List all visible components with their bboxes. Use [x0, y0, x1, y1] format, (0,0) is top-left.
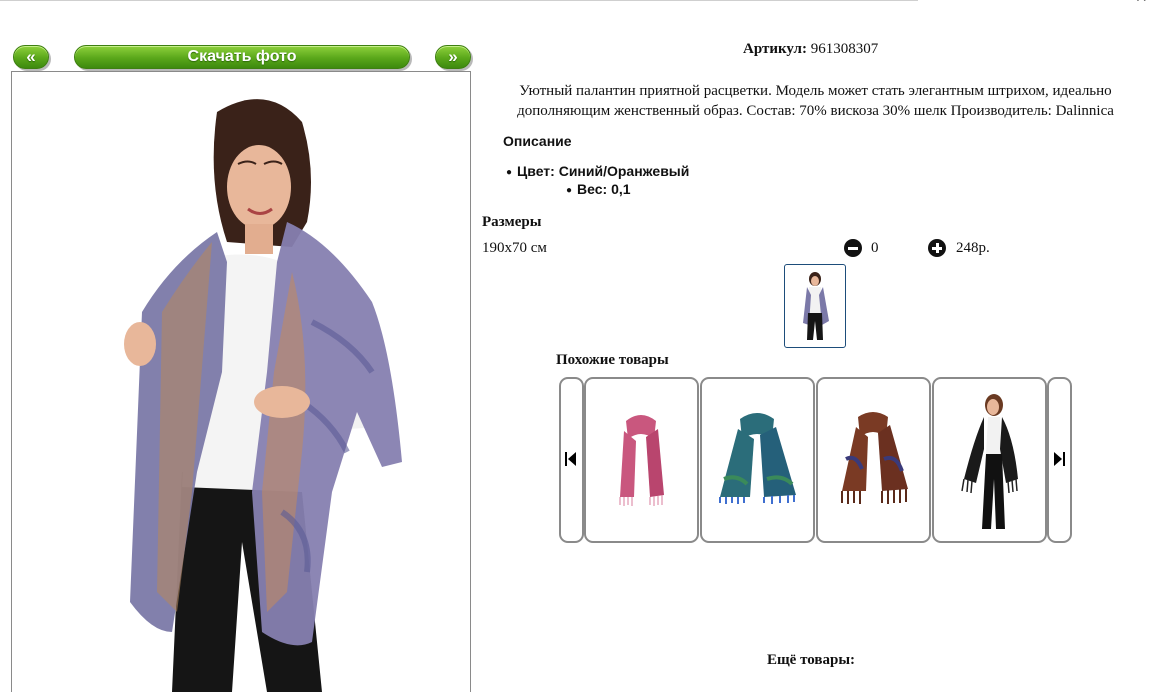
size-name: 190х70 см	[482, 240, 547, 256]
model-in-scarf-image	[124, 99, 402, 692]
product-description: Уютный палантин приятной расцветки. Моде…	[517, 83, 1114, 119]
similar-item[interactable]	[932, 377, 1047, 543]
model-thumbnail-image	[803, 272, 829, 340]
similar-heading: Похожие товары	[556, 352, 669, 368]
sizes-heading: Размеры	[482, 214, 542, 230]
carousel-next-button[interactable]	[1047, 377, 1072, 543]
similar-item[interactable]	[816, 377, 931, 543]
prev-photo-button[interactable]: «	[13, 45, 49, 69]
bullet-icon: ●	[506, 166, 513, 178]
property-item: ● Цвет: Синий/Оранжевый	[506, 163, 689, 181]
skip-back-icon	[565, 452, 576, 466]
skip-forward-icon	[1054, 452, 1065, 466]
description-heading: Описание	[503, 133, 572, 149]
next-photo-button[interactable]: »	[435, 45, 471, 69]
price-value: 248р.	[956, 240, 990, 256]
bullet-icon: ●	[566, 184, 573, 196]
increase-qty-icon[interactable]	[928, 239, 946, 257]
size-row: 190х70 см 0 248р.	[482, 239, 1002, 258]
more-products-heading: Ещё товары:	[767, 652, 856, 668]
product-thumbnail[interactable]	[784, 264, 846, 348]
article-label: Артикул:	[743, 41, 807, 57]
property-item: ● Вес: 0,1	[566, 181, 689, 199]
similar-item[interactable]	[700, 377, 815, 543]
black-shawl-model-image	[961, 394, 1018, 529]
property-weight: Вес: 0,1	[577, 180, 631, 197]
properties-list: ● Цвет: Синий/Оранжевый ● Вес: 0,1	[506, 163, 689, 199]
corner-decoration: ··	[1135, 0, 1149, 9]
brown-paisley-scarf-image	[841, 412, 908, 504]
pink-scarf-image	[619, 415, 664, 506]
article-line: Артикул: 961308307	[743, 41, 878, 58]
article-value: 961308307	[810, 41, 879, 57]
teal-scarf-image	[719, 413, 796, 504]
similar-item[interactable]	[584, 377, 699, 543]
decrease-qty-icon[interactable]	[844, 239, 862, 257]
top-divider	[0, 0, 918, 1]
quantity-value: 0	[871, 240, 879, 256]
download-photo-button[interactable]: Скачать фото	[74, 45, 410, 69]
property-color: Цвет: Синий/Оранжевый	[517, 163, 690, 179]
carousel-prev-button[interactable]	[559, 377, 584, 543]
main-product-photo[interactable]	[11, 71, 471, 692]
